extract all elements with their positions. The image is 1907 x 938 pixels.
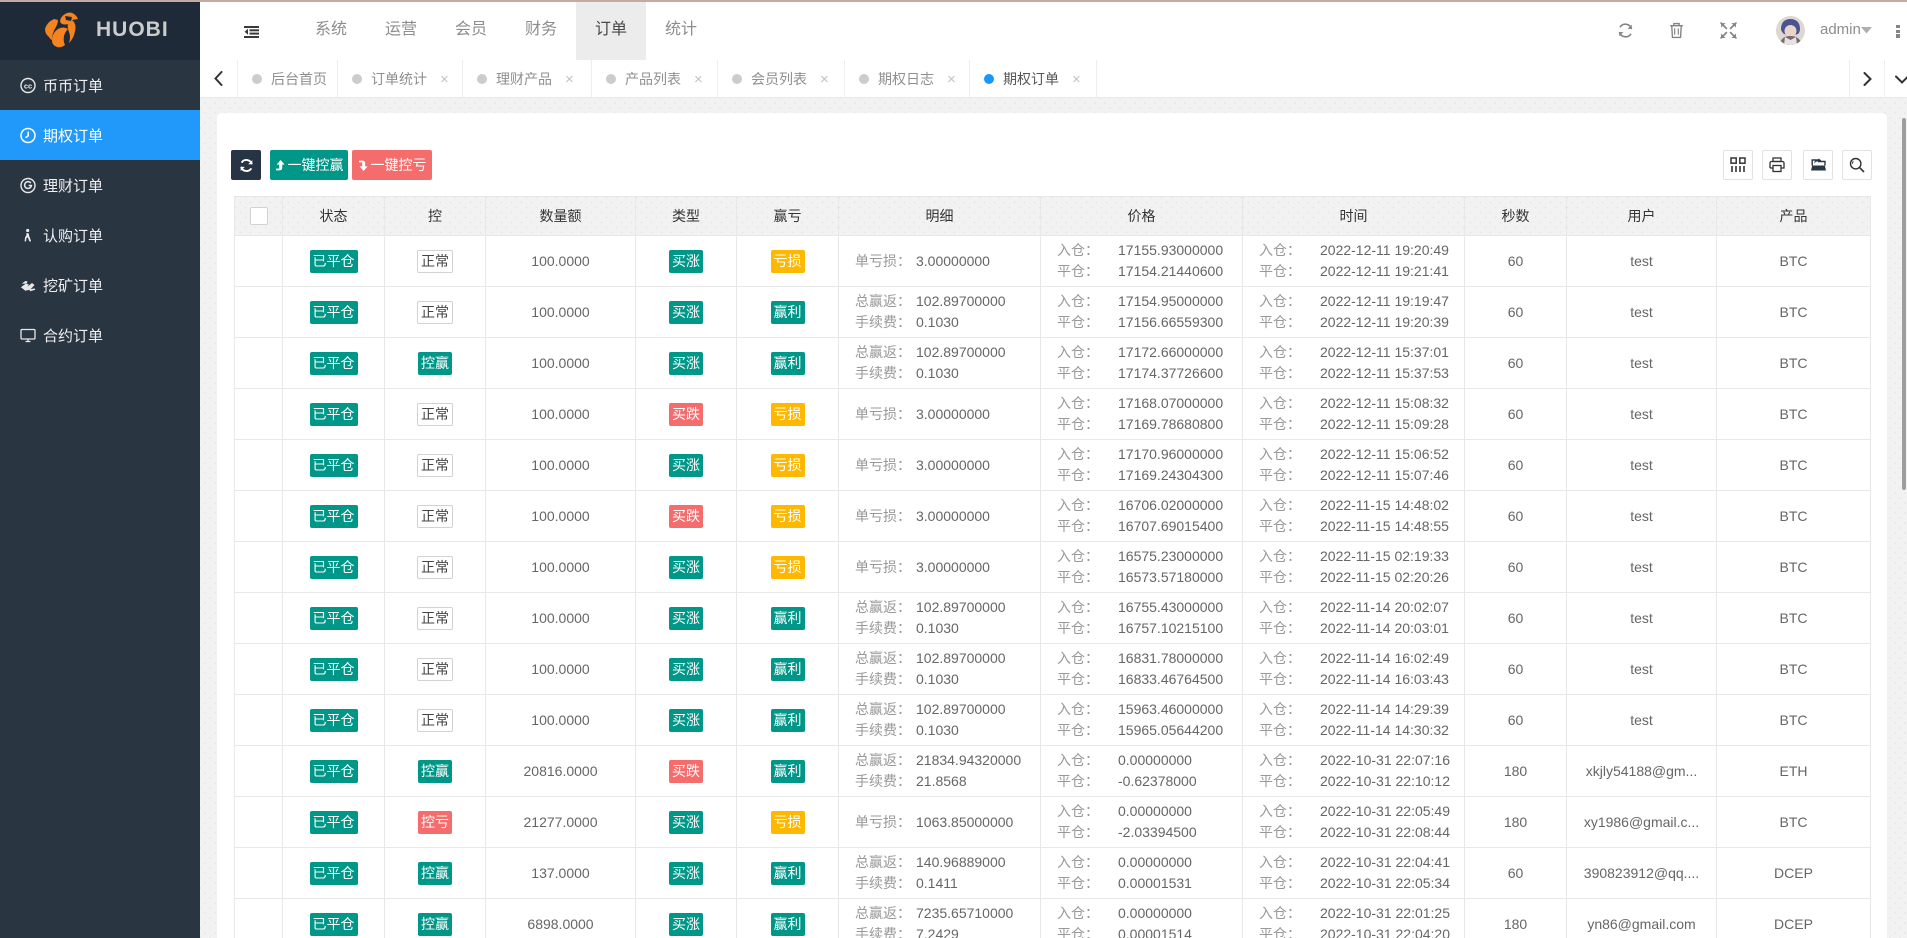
svg-text:cc: cc — [24, 81, 32, 90]
